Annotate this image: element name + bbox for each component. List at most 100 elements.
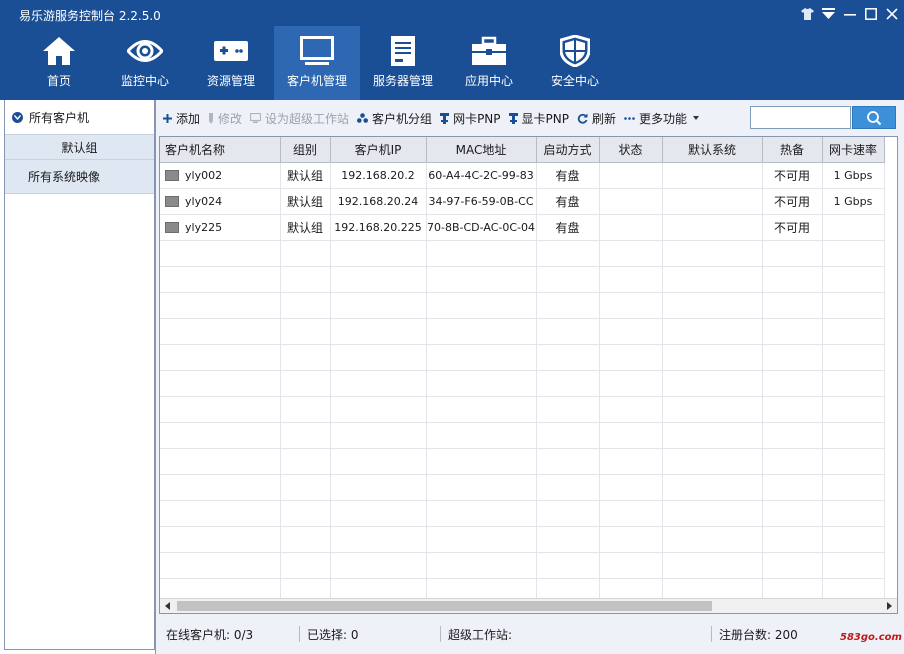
horizontal-scrollbar[interactable]	[160, 598, 897, 613]
refresh-icon	[577, 113, 588, 124]
nav-home[interactable]: 首页	[16, 26, 102, 100]
table-cell	[662, 266, 763, 293]
plus-icon	[163, 113, 172, 123]
nav-resource-management[interactable]: 资源管理	[188, 26, 274, 100]
arrow-right-icon	[887, 602, 892, 610]
column-header[interactable]: 热备	[762, 137, 823, 163]
nav-server-management[interactable]: 服务器管理	[360, 26, 446, 100]
search-input[interactable]	[750, 106, 851, 129]
skin-button[interactable]	[799, 5, 816, 22]
gpu-pnp-button[interactable]: 显卡PNP	[505, 107, 573, 129]
nic-icon	[440, 112, 450, 124]
tree-item-all-images[interactable]: 所有系统映像	[5, 160, 154, 194]
monitor-icon	[300, 36, 334, 65]
empty-row	[160, 266, 885, 293]
table-row[interactable]: yly002 默认组 192.168.20.2 60-A4-4C-2C-99-83 有盘…	[160, 162, 885, 189]
table-cell	[599, 214, 663, 241]
table-cell: 1 Gbps	[822, 188, 885, 215]
table-cell	[160, 292, 281, 319]
empty-row	[160, 240, 885, 267]
table-cell	[599, 318, 663, 345]
table-cell	[330, 396, 427, 423]
toolbox-icon	[472, 36, 506, 65]
column-header[interactable]: 网卡速率	[822, 137, 885, 163]
table-cell	[822, 474, 885, 501]
table-cell	[762, 266, 823, 293]
table-cell	[536, 318, 600, 345]
table-cell	[160, 344, 281, 371]
refresh-button[interactable]: 刷新	[573, 107, 620, 129]
table-cell	[280, 396, 331, 423]
table-cell	[330, 526, 427, 553]
table-row[interactable]: yly225 默认组 192.168.20.225 70-8B-CD-AC-0C-04…	[160, 214, 885, 241]
edit-button[interactable]: 修改	[204, 107, 246, 129]
triangle-down-icon	[822, 7, 835, 19]
minimize-button[interactable]	[841, 5, 858, 22]
column-header[interactable]: 组别	[280, 137, 331, 163]
more-functions-button[interactable]: 更多功能	[620, 107, 703, 129]
group-icon	[357, 113, 369, 123]
nav-client-management[interactable]: 客户机管理	[274, 26, 360, 100]
table-row[interactable]: yly024 默认组 192.168.20.24 34-97-F6-59-0B-CC 有…	[160, 188, 885, 215]
table-cell	[599, 526, 663, 553]
nav-monitor-center[interactable]: 监控中心	[102, 26, 188, 100]
nav-app-center[interactable]: 应用中心	[446, 26, 532, 100]
table-cell	[536, 500, 600, 527]
table-cell: 70-8B-CD-AC-0C-04	[426, 214, 537, 241]
table-cell: 默认组	[280, 162, 331, 189]
client-name: yly024	[185, 194, 223, 208]
tree-item-all-clients[interactable]: 所有客户机	[5, 100, 154, 135]
empty-row	[160, 370, 885, 397]
scrollbar-thumb[interactable]	[177, 601, 712, 611]
empty-row	[160, 526, 885, 553]
column-header[interactable]: 客户机名称	[160, 137, 281, 163]
add-button[interactable]: 添加	[159, 107, 204, 129]
column-header[interactable]: 客户机IP	[330, 137, 427, 163]
window-controls	[799, 5, 900, 22]
table-cell	[330, 370, 427, 397]
table-cell	[160, 448, 281, 475]
table-cell	[662, 292, 763, 319]
table-cell	[280, 422, 331, 449]
client-pc-icon	[165, 196, 179, 207]
nic-pnp-button[interactable]: 网卡PNP	[436, 107, 504, 129]
nav-security-center[interactable]: 安全中心	[532, 26, 618, 100]
column-header[interactable]: 状态	[599, 137, 663, 163]
table-cell	[280, 552, 331, 579]
scroll-left-button[interactable]	[160, 599, 175, 613]
client-group-button[interactable]: 客户机分组	[353, 107, 436, 129]
table-cell	[662, 422, 763, 449]
table-cell	[160, 370, 281, 397]
more-dots-icon	[624, 116, 635, 120]
status-bar: 在线客户机: 0/3 已选择: 0 超级工作站: 注册台数: 200	[159, 620, 898, 648]
table-cell	[536, 292, 600, 319]
maximize-button[interactable]	[862, 5, 879, 22]
table-cell	[662, 214, 763, 241]
table-cell	[662, 526, 763, 553]
table-cell	[426, 292, 537, 319]
column-header[interactable]: 启动方式	[536, 137, 600, 163]
search-button[interactable]	[852, 106, 896, 129]
tree-item-label: 默认组	[61, 140, 98, 155]
table-cell: 有盘	[536, 188, 600, 215]
tree-item-default-group[interactable]: 默认组	[5, 135, 154, 160]
table-cell	[822, 396, 885, 423]
table-cell	[536, 552, 600, 579]
table-cell	[330, 318, 427, 345]
table-cell	[599, 266, 663, 293]
set-super-workstation-button[interactable]: 设为超级工作站	[246, 107, 353, 129]
scroll-right-button[interactable]	[882, 599, 897, 613]
close-button[interactable]	[883, 5, 900, 22]
table-cell	[822, 500, 885, 527]
column-header[interactable]: MAC地址	[426, 137, 537, 163]
table-cell: 192.168.20.24	[330, 188, 427, 215]
column-header[interactable]: 默认系统	[662, 137, 763, 163]
table-cell: 不可用	[762, 188, 823, 215]
menu-button[interactable]	[820, 5, 837, 22]
main-nav: 首页 监控中心 资源管理 客户机管理 服务器管理 应用中心 安全中心	[16, 26, 618, 100]
table-cell	[280, 240, 331, 267]
table-cell	[662, 344, 763, 371]
empty-row	[160, 500, 885, 527]
client-pc-icon	[165, 222, 179, 233]
table-cell	[426, 526, 537, 553]
